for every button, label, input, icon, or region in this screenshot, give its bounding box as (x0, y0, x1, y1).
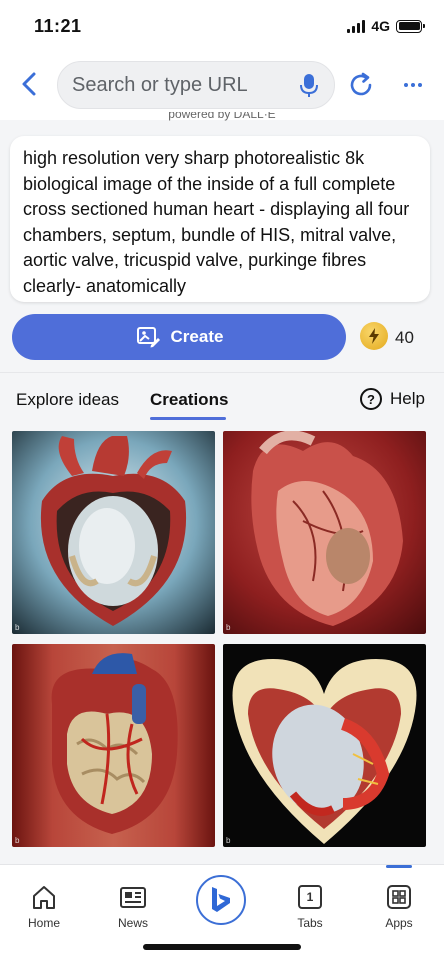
create-button[interactable]: Create (12, 314, 346, 360)
help-label: Help (390, 389, 425, 408)
nav-tabs-label: Tabs (297, 916, 323, 930)
question-circle-icon: ? (360, 388, 382, 410)
tab-bar: Explore ideas Creations ? Help (0, 372, 444, 422)
address-bar[interactable] (57, 61, 335, 109)
watermark-icon: b (15, 836, 20, 845)
nav-home-label: Home (27, 916, 60, 930)
nav-tabs[interactable]: 1 Tabs (275, 883, 345, 930)
status-bar: 11:21 4G (0, 0, 444, 50)
bing-logo-icon[interactable] (196, 875, 246, 925)
create-label: Create (170, 327, 224, 346)
home-icon (30, 883, 58, 911)
active-nav-indicator (386, 865, 412, 868)
nav-news[interactable]: News (98, 883, 168, 930)
news-icon (119, 883, 147, 911)
generated-image-1[interactable]: b (12, 431, 215, 634)
nav-apps[interactable]: Apps (364, 883, 434, 930)
tabs-icon: 1 (298, 885, 322, 909)
nav-news-label: News (117, 916, 148, 930)
nav-apps-label: Apps (385, 916, 413, 930)
battery-icon (396, 19, 425, 33)
prompt-box[interactable]: high resolution very sharp photorealisti… (10, 136, 430, 302)
boost-count: 40 (395, 328, 414, 347)
status-time: 11:21 (34, 16, 82, 36)
tab-explore-ideas[interactable]: Explore ideas (16, 390, 119, 410)
powered-by-label: powered by DALL·E (168, 112, 276, 121)
signal-icon (347, 19, 366, 33)
image-create-icon (136, 327, 160, 348)
tab-creations[interactable]: Creations (150, 390, 228, 410)
generated-image-3[interactable]: b (12, 644, 215, 847)
nav-home[interactable]: Home (9, 883, 79, 930)
refresh-icon[interactable] (346, 70, 376, 100)
microphone-icon[interactable] (300, 74, 318, 98)
more-icon[interactable] (398, 70, 428, 100)
status-indicators: 4G (347, 18, 425, 34)
chevron-left-icon[interactable] (16, 69, 46, 99)
home-indicator (143, 944, 301, 950)
watermark-icon: b (15, 623, 20, 632)
search-input[interactable] (72, 62, 292, 108)
network-type: 4G (371, 18, 390, 34)
generated-image-2[interactable]: b (223, 431, 426, 634)
lightning-icon[interactable] (360, 322, 388, 350)
prompt-text[interactable]: high resolution very sharp photorealisti… (23, 146, 416, 300)
active-tab-indicator (150, 417, 226, 420)
watermark-icon: b (226, 623, 231, 632)
watermark-icon: b (226, 836, 231, 845)
apps-grid-icon (385, 883, 413, 911)
generated-image-4[interactable]: b (223, 644, 426, 847)
help-button[interactable]: ? Help (360, 388, 425, 410)
browser-toolbar (0, 50, 444, 120)
